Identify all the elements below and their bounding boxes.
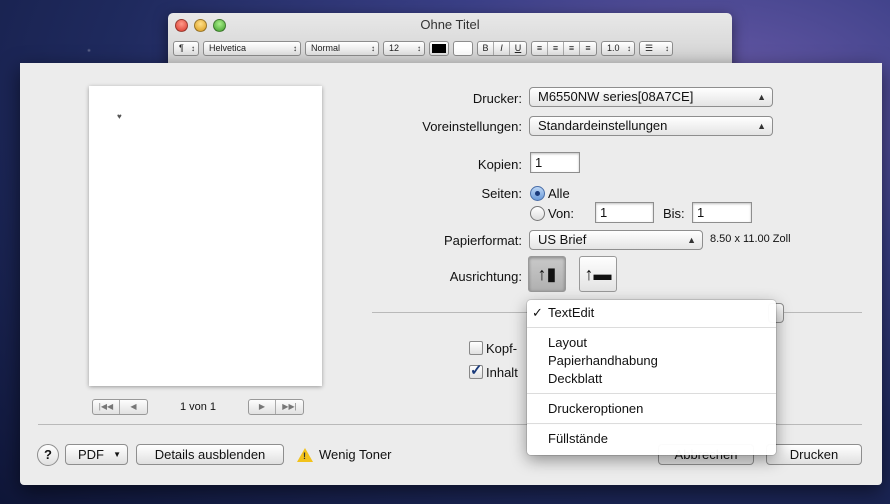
pdf-label: PDF <box>78 447 104 462</box>
popup-arrows-icon: ▲ <box>687 235 696 245</box>
section-separator <box>782 312 862 313</box>
presets-value: Standardeinstellungen <box>538 118 668 133</box>
presets-label: Voreinstellungen: <box>422 119 522 134</box>
preview-back-buttons: |◀◀ ◀ <box>92 399 148 415</box>
font-size-popup[interactable]: 12 <box>383 40 425 56</box>
italic-button[interactable]: I <box>494 41 510 55</box>
copies-field[interactable]: 1 <box>530 152 580 173</box>
paper-format-popup[interactable]: US Brief ▲ <box>529 230 703 250</box>
toner-warning: Wenig Toner <box>319 447 392 462</box>
preview-text-marker: ♥ <box>117 112 122 121</box>
align-justify-icon[interactable]: ≡ <box>580 42 596 55</box>
printer-popup[interactable]: M6550NW series[08A7CE] ▲ <box>529 87 773 107</box>
rewrap-content-label: Inhalt <box>486 365 518 380</box>
warning-icon: ! <box>297 448 313 462</box>
copies-label: Kopien: <box>477 157 522 172</box>
help-button[interactable]: ? <box>37 444 59 466</box>
align-center-icon[interactable]: ≡ <box>548 41 564 55</box>
align-left-icon[interactable]: ≡ <box>532 41 548 55</box>
font-style-popup[interactable]: Normal <box>305 40 379 56</box>
menu-item-cover-page[interactable]: Deckblatt <box>527 370 776 388</box>
pages-from-field[interactable]: 1 <box>595 202 654 223</box>
header-footer-label: Kopf- <box>486 341 518 356</box>
presets-popup[interactable]: Standardeinstellungen ▲ <box>529 116 773 136</box>
pages-from-label: Von: <box>548 206 575 221</box>
next-page-button[interactable]: ▶ <box>249 400 276 414</box>
format-toolbar: ¶ Helvetica Normal 12 B I U ≡ ≡ ≡ ≡ 1.0 … <box>173 39 673 57</box>
preview-pager: |◀◀ ◀ 1 von 1 ▶ ▶▶| <box>92 399 304 415</box>
background-color-well[interactable] <box>453 40 473 56</box>
pages-range-radio[interactable] <box>530 206 545 221</box>
page-indicator: 1 von 1 <box>179 401 217 413</box>
section-separator <box>372 312 528 313</box>
pages-to-label: Bis: <box>663 206 685 221</box>
menu-separator <box>527 327 776 328</box>
menu-item-layout[interactable]: Layout <box>527 334 776 352</box>
hide-details-button[interactable]: Details ausblenden <box>136 444 284 465</box>
menu-item-printer-options[interactable]: Druckeroptionen <box>527 400 776 418</box>
pdf-menu-button[interactable]: PDF ▼ <box>65 444 128 465</box>
chevron-down-icon: ▼ <box>113 450 121 459</box>
menu-item-supply-levels[interactable]: Füllstände <box>527 430 776 448</box>
section-menu: ✓ TextEdit Layout Papierhandhabung Deckb… <box>527 300 776 455</box>
menu-item-paper-handling[interactable]: Papierhandhabung <box>527 352 776 370</box>
line-spacing-popup[interactable]: 1.0 <box>601 40 635 56</box>
last-page-button[interactable]: ▶▶| <box>276 400 303 414</box>
previous-page-button[interactable]: ◀ <box>120 400 147 414</box>
font-family-popup[interactable]: Helvetica <box>203 40 301 56</box>
menu-separator <box>527 393 776 394</box>
text-color-well[interactable] <box>429 40 449 56</box>
portrait-orientation-icon[interactable]: ↑▮ <box>528 256 566 292</box>
text-style-buttons: B I U <box>477 40 527 56</box>
paper-format-label: Papierformat: <box>443 233 522 248</box>
header-footer-checkbox[interactable] <box>469 341 483 355</box>
alignment-buttons: ≡ ≡ ≡ ≡ <box>531 40 597 56</box>
pages-all-radio[interactable] <box>530 186 545 201</box>
align-right-icon[interactable]: ≡ <box>564 41 580 55</box>
checkmark-icon: ✓ <box>532 305 543 320</box>
pages-all-label: Alle <box>548 186 570 201</box>
window-title: Ohne Titel <box>420 17 480 32</box>
paper-format-value: US Brief <box>538 232 587 247</box>
menu-separator <box>527 423 776 424</box>
pages-label: Seiten: <box>481 186 522 201</box>
landscape-orientation-icon[interactable]: ↑▬ <box>579 256 617 292</box>
print-preview: ♥ <box>89 86 322 386</box>
orientation-label: Ausrichtung: <box>449 269 522 284</box>
popup-arrows-icon: ▲ <box>757 92 766 102</box>
printer-value: M6550NW series[08A7CE] <box>538 89 694 104</box>
pages-to-field[interactable]: 1 <box>692 202 752 223</box>
printer-label: Drucker: <box>472 91 522 106</box>
menu-item-textedit[interactable]: ✓ TextEdit <box>527 304 776 322</box>
print-button[interactable]: Drucken <box>766 444 862 465</box>
bold-button[interactable]: B <box>478 41 494 55</box>
paper-size-text: 8.50 x 11.00 Zoll <box>710 233 791 245</box>
popup-arrows-icon: ▲ <box>757 121 766 131</box>
rewrap-content-checkbox[interactable] <box>469 361 483 379</box>
preview-forward-buttons: ▶ ▶▶| <box>248 399 304 415</box>
first-page-button[interactable]: |◀◀ <box>93 400 120 414</box>
paragraph-style-popup[interactable]: ¶ <box>173 40 199 56</box>
underline-button[interactable]: U <box>510 42 526 55</box>
list-style-popup[interactable]: ☰ <box>639 40 673 56</box>
